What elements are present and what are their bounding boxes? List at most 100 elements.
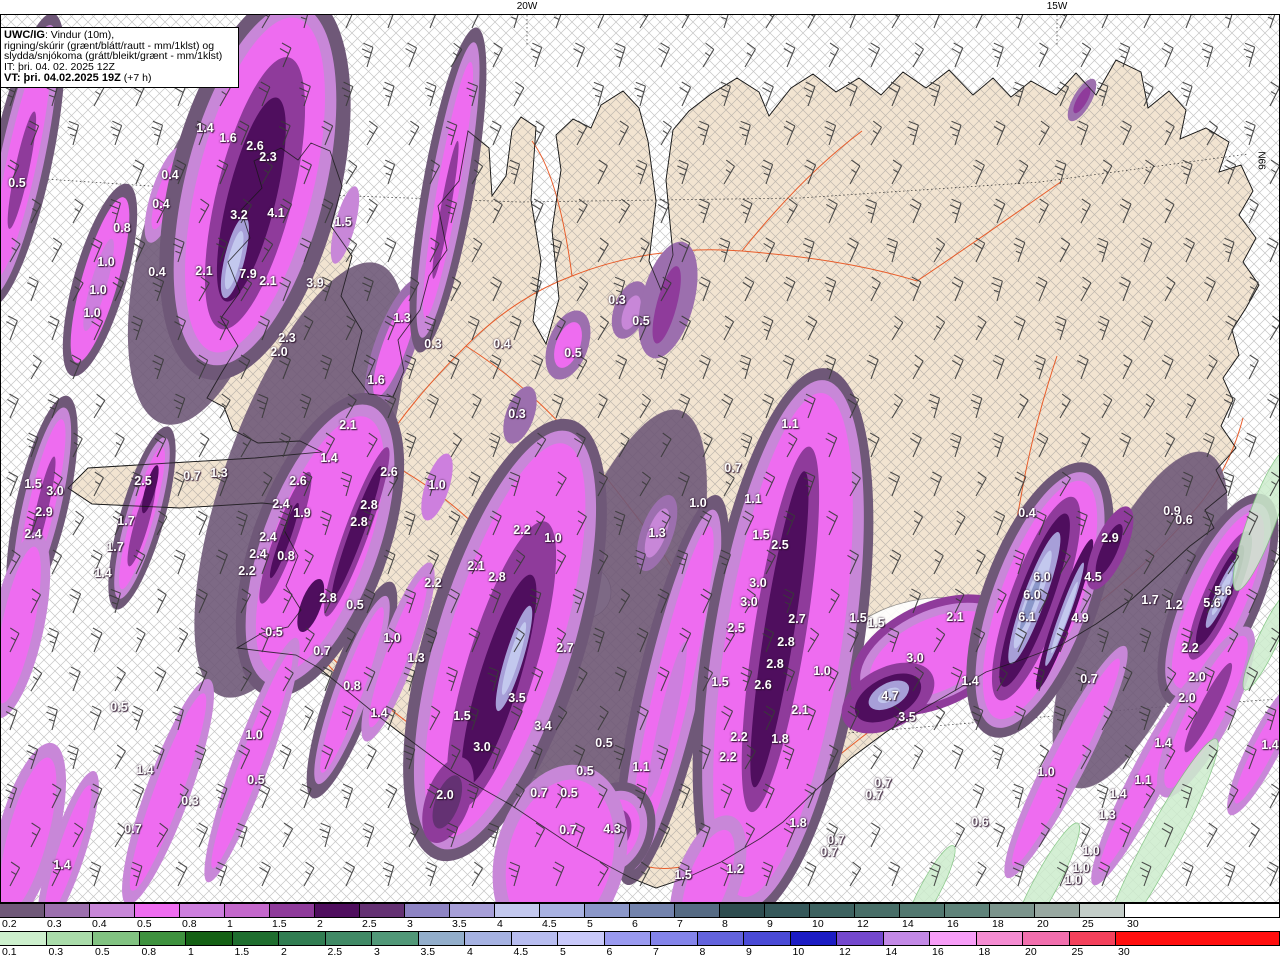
precip-value-label: 0.8 [113,221,131,235]
scale-tick-label: 0.5 [137,918,152,930]
scale-tick-label: 9 [767,918,773,930]
precip-value-label: 2.2 [1181,641,1199,655]
scale-segment [0,932,47,945]
scale-segment [139,932,186,945]
scale-segment [450,904,495,917]
precip-value-label: 2.0 [436,788,454,802]
scale-segment [495,904,540,917]
scale-tick-label: 18 [992,918,1004,930]
scale-segment [855,904,900,917]
precip-value-label: 2.5 [771,538,789,552]
precip-value-label: 2.0 [270,345,288,359]
scale-tick-label: 1.5 [272,918,287,930]
precip-value-label: 1.0 [689,496,707,510]
precip-value-label: 2.4 [259,530,277,544]
precip-value-label: 2.8 [360,498,378,512]
precip-value-label: 2.8 [766,657,784,671]
precip-value-label: 2.4 [272,497,290,511]
precip-value-label: 1.5 [849,611,867,625]
precip-value-label: 3.0 [46,484,64,498]
precip-value-label: 1.0 [1064,873,1082,887]
scale-segment [1035,904,1080,917]
precip-value-label: 1.3 [210,466,228,480]
precip-value-label: 2.6 [754,678,772,692]
precip-value-label: 3.5 [898,710,916,724]
scale-segment [405,904,450,917]
precip-value-label: 2.7 [556,641,574,655]
precip-value-label: 6.0 [1023,588,1041,602]
precip-value-label: 0.5 [560,786,578,800]
precip-value-label: 1.4 [320,451,338,465]
scale-segment [360,904,405,917]
precip-value-label: 3.2 [230,208,248,222]
precip-value-label: 1.0 [428,478,446,492]
scale-tick-label: 8 [699,946,706,958]
scale-tick-label: 9 [746,946,752,958]
precip-value-label: 0.3 [181,794,199,808]
scale-tick-label: 12 [857,918,869,930]
precip-value-label: 0.5 [632,314,650,328]
scale-tick-label: 7 [677,918,683,930]
scale-tick-label: 3 [374,946,380,958]
precip-value-label: 2.1 [339,418,357,432]
precip-value-label: 2.2 [719,750,737,764]
scale-segment [225,904,270,917]
precip-value-label: 1.5 [752,528,770,542]
precip-value-label: 3.5 [508,691,526,705]
precip-value-label: 1.5 [453,709,471,723]
precip-value-label: 3.0 [473,740,491,754]
precip-value-label: 2.2 [238,564,256,578]
scale-segment [930,932,977,945]
sleet-snow-scale-labels: 0.2 0.3 0.4 0.5 0.8 1 1.5 2 2.5 3 3.5 4 4.5 5 6 7 8 9 10 12… [0,918,1280,931]
precip-value-label: 1.8 [789,816,807,830]
scale-segment [45,904,90,917]
scale-segment [651,932,698,945]
scale-segment [279,932,326,945]
scale-segment [720,904,765,917]
scale-tick-label: 2 [317,918,323,930]
scale-segment [325,932,372,945]
precip-value-label: 7.9 [239,267,257,281]
precip-value-label: 1.3 [648,526,666,540]
precip-value-label: 1.8 [771,732,789,746]
precip-value-label: 1.5 [24,477,42,491]
precip-value-label: 0.5 [346,598,364,612]
precip-value-label: 3.0 [906,651,924,665]
precip-value-label: 0.7 [865,788,883,802]
scale-segment [675,904,720,917]
scale-tick-label: 3.5 [420,946,436,958]
scale-tick-label: 0.3 [48,946,64,958]
precip-value-label: 1.4 [196,121,214,135]
sleet-snow-scale-bar [0,903,1280,918]
scale-tick-label: 18 [978,946,991,958]
precip-value-label: 1.7 [1141,593,1159,607]
precip-value-label: 1.1 [632,760,650,774]
scale-tick-label: 5 [560,946,566,958]
precip-value-label: 2.2 [513,523,531,537]
precip-value-label: 2.8 [777,635,795,649]
precip-value-label: 0.5 [564,346,582,360]
scale-tick-label: 4.5 [513,946,529,958]
precip-value-label: 0.7 [820,845,838,859]
precip-value-label: 2.1 [467,559,485,573]
scale-tick-label: 4.5 [542,918,557,930]
precip-value-label: 1.4 [961,674,979,688]
scale-tick-label: 16 [947,918,959,930]
precip-value-label: 4.5 [1084,570,1102,584]
scale-segment [945,904,990,917]
scale-tick-label: 0.4 [92,918,107,930]
precip-value-label: 1.5 [867,616,885,630]
precip-value-label: 0.5 [110,700,128,714]
precip-value-label: 0.5 [576,764,594,778]
precip-value-label: 1.3 [407,651,425,665]
scale-segment [135,904,180,917]
precip-value-label: 2.3 [278,331,296,345]
precip-value-label: 6.1 [1018,610,1036,624]
scale-segment [372,932,419,945]
precip-value-label: 2.4 [249,547,267,561]
precip-value-label: 2.8 [350,515,368,529]
scale-tick-label: 25 [1082,918,1094,930]
scale-tick-label: 30 [1127,918,1139,930]
scale-segment [1125,904,1280,917]
precip-value-label: 0.5 [8,176,26,190]
